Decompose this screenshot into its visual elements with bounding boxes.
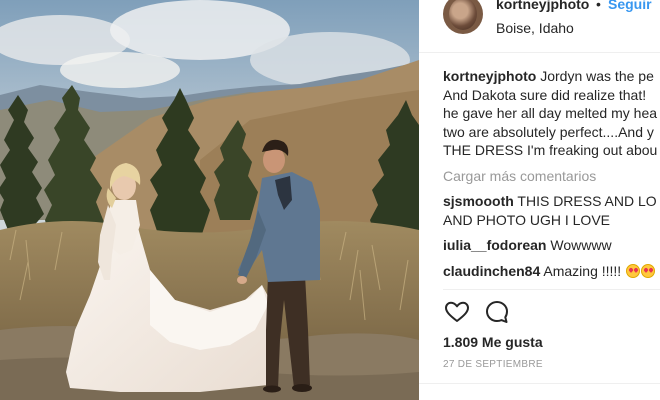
comment-text: THIS DRESS AND LO [517, 193, 657, 209]
comment-button[interactable] [483, 298, 511, 326]
heart-eyes-emoji-icon [626, 263, 641, 278]
comment-username[interactable]: iulia__fodorean [443, 237, 546, 253]
comment-text: Amazing !!!!! [543, 262, 622, 279]
post-side-panel: kortneyjphoto • Seguir Boise, Idaho kort… [419, 0, 660, 400]
comment-item: claudinchen84 Amazing !!!!! [443, 262, 660, 281]
caption-text-line: he gave her all day melted my hea [443, 105, 658, 121]
comment-bubble-icon [486, 301, 508, 323]
comment-text: AND PHOTO UGH I LOVE [443, 211, 610, 228]
caption-text-line: Jordyn was the pe [540, 68, 654, 84]
comments-list: kortneyjphoto Jordyn was the pe And Dako… [443, 67, 660, 280]
avatar[interactable] [443, 0, 483, 34]
post-header: kortneyjphoto • Seguir Boise, Idaho [419, 0, 660, 52]
likes-count[interactable]: 1.809 Me gusta [443, 334, 543, 350]
caption-text-line: And Dakota sure did realize that! [443, 86, 647, 103]
post-date[interactable]: 27 DE SEPTIEMBRE [443, 359, 543, 370]
post-author-username[interactable]: kortneyjphoto [496, 0, 589, 12]
load-more-comments-button[interactable]: Cargar más comentarios [443, 167, 660, 186]
post-photo[interactable] [0, 0, 419, 400]
heart-icon [445, 301, 469, 322]
separator-dot: • [596, 0, 601, 12]
comment-username[interactable]: sjsmoooth [443, 193, 514, 209]
header-divider [419, 52, 660, 53]
comment-item: sjsmoooth THIS DRESS AND LO AND PHOTO UG… [443, 192, 660, 229]
actions-divider [443, 289, 660, 290]
comment-item: iulia__fodorean Wowwww [443, 236, 660, 255]
heart-eyes-emoji-icon [641, 263, 656, 278]
post-location[interactable]: Boise, Idaho [496, 20, 574, 36]
comment-text: Wowwww [550, 237, 612, 253]
caption-text-line: two are absolutely perfect....And y [443, 123, 654, 140]
caption-username[interactable]: kortneyjphoto [443, 68, 536, 84]
caption-line: kortneyjphoto Jordyn was the pe [443, 67, 660, 86]
footer-divider [419, 383, 660, 384]
follow-button[interactable]: Seguir [608, 0, 652, 12]
comment-username[interactable]: claudinchen84 [443, 263, 540, 279]
wedding-couple-photo [0, 0, 419, 400]
caption-text-line: THE DRESS I'm freaking out abou [443, 142, 658, 158]
like-button[interactable] [443, 298, 471, 326]
